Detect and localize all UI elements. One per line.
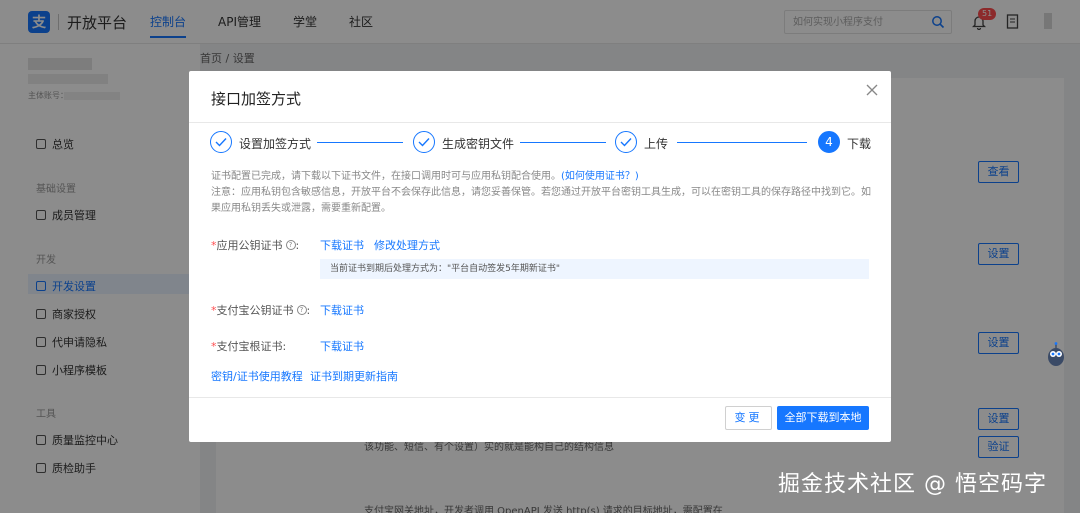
root-cert-row-label: * 支付宝根证书: [211, 338, 286, 354]
app-cert-label: 应用公钥证书 [216, 239, 283, 252]
modal-footer: 变更 全部下载到本地 [189, 397, 891, 442]
key-cert-tutorial-link[interactable]: 密钥/证书使用教程 [211, 368, 303, 384]
check-icon [413, 131, 435, 153]
cert-expiry-notice: 当前证书到期后处理方式为："平台自动签发5年期新证书" [320, 259, 869, 279]
download-app-cert-link[interactable]: 下载证书 [320, 237, 364, 253]
download-alipay-cert-link[interactable]: 下载证书 [320, 302, 364, 318]
alipay-cert-label: 支付宝公钥证书 [216, 304, 294, 317]
app-cert-row-label: * 应用公钥证书?: [211, 237, 299, 253]
close-icon[interactable] [865, 83, 879, 97]
info-line: 证书配置已完成，请下载以下证书文件，在接口调用时可与应用私钥配合使用。(如何使用… [211, 169, 871, 185]
alipay-cert-row-label: * 支付宝公钥证书?: [211, 302, 310, 318]
root-cert-label: 支付宝根证书 [216, 340, 283, 353]
step-label: 生成密钥文件 [442, 137, 515, 151]
how-to-use-cert-link[interactable]: (如何使用证书？) [561, 171, 639, 182]
info-warning: 注意：应用私钥包含敏感信息，开放平台不会保存此信息，请您妥善保管。若您通过开放平… [211, 187, 871, 214]
signing-method-modal: 接口加签方式 设置加签方式 生成密钥文件 上传 4 下载 证书配置已完成，请下载… [189, 71, 891, 442]
step-number-current: 4 [818, 131, 840, 153]
label-colon: : [282, 339, 287, 353]
step-label: 上传 [644, 137, 669, 151]
check-icon [210, 131, 232, 153]
question-icon[interactable]: ? [285, 240, 296, 250]
step-indicator: 设置加签方式 生成密钥文件 上传 4 下载 [210, 131, 872, 157]
modal-header: 接口加签方式 [189, 71, 891, 123]
step-connector [677, 142, 807, 143]
step-label: 设置加签方式 [239, 137, 312, 151]
download-root-cert-link[interactable]: 下载证书 [320, 338, 364, 354]
info-line-text: 证书配置已完成，请下载以下证书文件，在接口调用时可与应用私钥配合使用。 [211, 171, 561, 182]
watermark: 掘金技术社区 @ 悟空码字 [778, 472, 1047, 497]
modal-title: 接口加签方式 [211, 90, 302, 108]
label-colon: : [306, 303, 311, 317]
modify-handling-link[interactable]: 修改处理方式 [374, 237, 440, 253]
question-icon[interactable]: ? [296, 305, 307, 315]
assistant-robot-icon[interactable] [1046, 342, 1066, 368]
info-text: 证书配置已完成，请下载以下证书文件，在接口调用时可与应用私钥配合使用。(如何使用… [211, 169, 871, 217]
download-all-button[interactable]: 全部下载到本地 [777, 406, 869, 430]
step-label: 下载 [847, 137, 872, 151]
check-icon [615, 131, 637, 153]
cert-renew-guide-link[interactable]: 证书到期更新指南 [310, 368, 398, 384]
change-button[interactable]: 变更 [725, 406, 772, 430]
label-colon: : [295, 238, 300, 252]
step-connector [317, 142, 403, 143]
step-connector [520, 142, 606, 143]
